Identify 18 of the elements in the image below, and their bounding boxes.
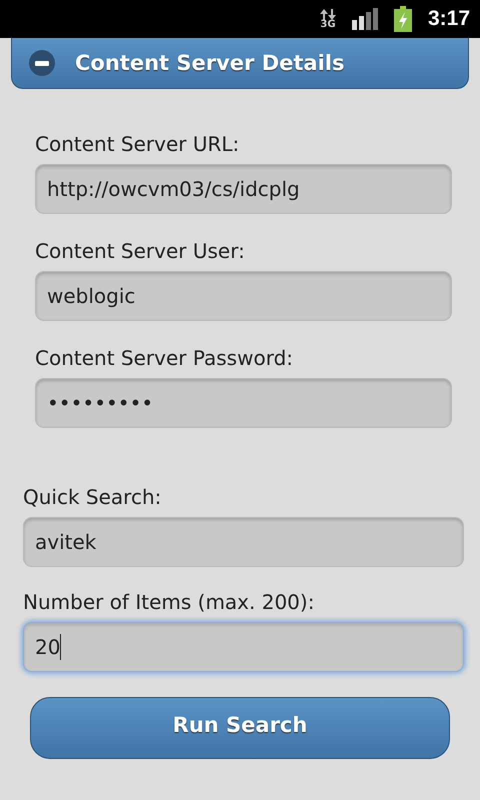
section-header[interactable]: Content Server Details bbox=[11, 38, 469, 89]
run-search-button[interactable]: Run Search bbox=[30, 697, 450, 759]
input-field[interactable]: http://owcvm03/cs/idcplg bbox=[35, 164, 452, 214]
data-arrows-icon bbox=[320, 8, 336, 20]
input-field[interactable]: avitek bbox=[23, 517, 464, 567]
input-field[interactable]: ••••••••• bbox=[35, 378, 452, 428]
signal-icon bbox=[352, 8, 378, 30]
section-title: Content Server Details bbox=[75, 51, 344, 75]
field-label: Quick Search: bbox=[23, 484, 162, 511]
field-label: Number of Items (max. 200): bbox=[23, 589, 316, 616]
field-label: Content Server User: bbox=[35, 238, 246, 265]
input-field[interactable]: weblogic bbox=[35, 271, 452, 321]
field-label: Content Server URL: bbox=[35, 131, 240, 158]
field-label: Content Server Password: bbox=[35, 345, 294, 372]
network-label: 3G bbox=[320, 20, 336, 30]
battery-charging-icon bbox=[394, 6, 412, 32]
input-field[interactable]: 20 bbox=[23, 622, 464, 672]
clock-time: 3:17 bbox=[428, 7, 470, 31]
